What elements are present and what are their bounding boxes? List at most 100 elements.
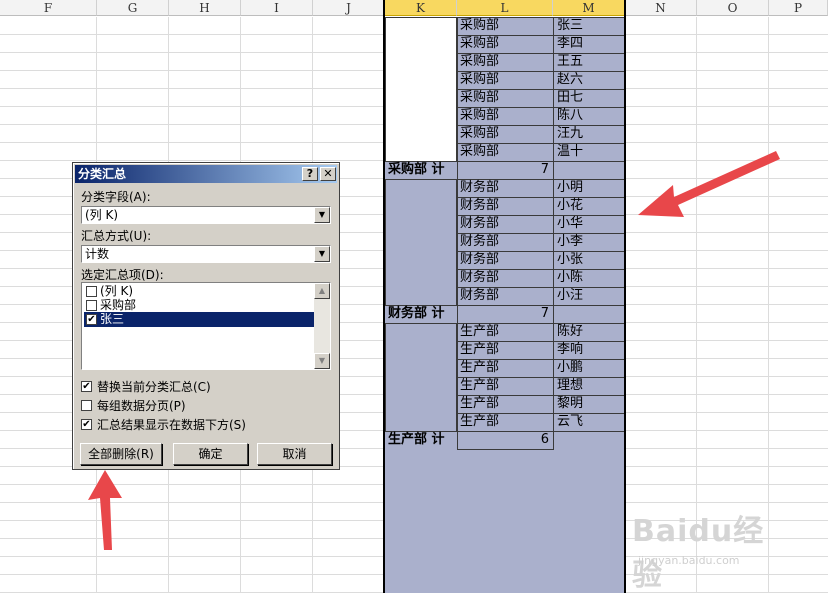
option-label: 汇总结果显示在数据下方(S) — [97, 418, 246, 432]
chevron-down-icon[interactable]: ▼ — [314, 207, 330, 223]
dept-cell: 财务部 — [460, 288, 500, 303]
name-cell: 云飞 — [557, 414, 584, 429]
cell-border — [457, 161, 554, 180]
group-field-label: 分类字段(A): — [81, 190, 151, 204]
column-header-j[interactable]: J — [313, 0, 385, 16]
cell-border — [457, 305, 554, 324]
checkbox[interactable] — [81, 400, 92, 411]
cell-border — [385, 17, 457, 162]
name-cell: 小张 — [557, 252, 584, 267]
dept-cell: 采购部 — [460, 90, 500, 105]
name-cell: 小汪 — [557, 288, 584, 303]
cell-border — [457, 431, 554, 450]
subtotal-label: 生产部 计 — [388, 432, 445, 447]
function-label: 汇总方式(U): — [81, 229, 152, 243]
chevron-down-icon[interactable]: ▼ — [314, 246, 330, 262]
name-cell: 陈八 — [557, 108, 584, 123]
name-cell: 张三 — [557, 18, 584, 33]
name-cell: 温十 — [557, 144, 584, 159]
name-cell: 小陈 — [557, 270, 584, 285]
column-header-g[interactable]: G — [97, 0, 169, 16]
name-cell: 汪九 — [557, 126, 584, 141]
items-label: 选定汇总项(D): — [81, 268, 164, 282]
dept-cell: 生产部 — [460, 378, 500, 393]
list-item[interactable]: (列 K) — [84, 284, 315, 299]
list-item-label: 张三 — [100, 312, 125, 326]
dept-cell: 采购部 — [460, 54, 500, 69]
list-item-label: (列 K) — [100, 284, 134, 298]
function-value: 计数 — [85, 247, 110, 261]
dept-cell: 财务部 — [460, 198, 500, 213]
function-select[interactable]: 计数 ▼ — [81, 245, 331, 263]
option-label: 替换当前分类汇总(C) — [97, 380, 211, 394]
dept-cell: 采购部 — [460, 72, 500, 87]
list-item[interactable]: 采购部 — [84, 298, 315, 313]
close-button[interactable]: ✕ — [320, 167, 336, 181]
baidu-watermark: Baidu经验 jingyan.baidu.com — [632, 506, 792, 593]
column-header-f[interactable]: F — [0, 0, 97, 16]
dept-cell: 财务部 — [460, 270, 500, 285]
dept-cell: 财务部 — [460, 180, 500, 195]
cancel-button[interactable]: 取消 — [257, 443, 332, 465]
checkbox-checked[interactable]: ✔ — [86, 314, 97, 325]
dept-cell: 生产部 — [460, 360, 500, 375]
list-item[interactable]: ✔ 张三 — [84, 312, 315, 327]
subtotal-label: 采购部 计 — [388, 162, 445, 177]
dept-cell: 财务部 — [460, 216, 500, 231]
red-arrow-icon — [638, 151, 780, 217]
column-header-p[interactable]: P — [769, 0, 828, 16]
dept-cell: 财务部 — [460, 252, 500, 267]
column-header-n[interactable]: N — [625, 0, 697, 16]
ok-button[interactable]: 确定 — [173, 443, 248, 465]
list-scrollbar[interactable]: ▲ ▼ — [314, 283, 330, 369]
scroll-down-icon[interactable]: ▼ — [314, 353, 330, 369]
selection-border-right — [624, 0, 626, 593]
list-item-label: 采购部 — [100, 298, 137, 312]
dept-cell: 生产部 — [460, 414, 500, 429]
checkbox-checked[interactable]: ✔ — [81, 381, 92, 392]
scroll-up-icon[interactable]: ▲ — [314, 283, 330, 299]
name-cell: 赵六 — [557, 72, 584, 87]
checkbox[interactable] — [86, 286, 97, 297]
column-header-k[interactable]: K — [385, 0, 457, 16]
column-header-m[interactable]: M — [553, 0, 625, 16]
name-cell: 田七 — [557, 90, 584, 105]
name-cell: 小李 — [557, 234, 584, 249]
group-field-select[interactable]: (列 K) ▼ — [81, 206, 331, 224]
group-field-value: (列 K) — [85, 208, 119, 222]
name-cell: 李四 — [557, 36, 584, 51]
checkbox-checked[interactable]: ✔ — [81, 419, 92, 430]
name-cell: 理想 — [557, 378, 584, 393]
help-button[interactable]: ? — [302, 167, 318, 181]
dept-cell: 财务部 — [460, 234, 500, 249]
column-header-o[interactable]: O — [697, 0, 769, 16]
subtotal-items-list[interactable]: (列 K) 采购部 ✔ 张三 ▲ ▼ — [81, 282, 331, 370]
red-arrow-icon — [88, 470, 122, 550]
name-cell: 陈好 — [557, 324, 584, 339]
name-cell: 小鹏 — [557, 360, 584, 375]
subtotal-label: 财务部 计 — [388, 306, 445, 321]
name-cell: 王五 — [557, 54, 584, 69]
dept-cell: 生产部 — [460, 324, 500, 339]
column-header-l[interactable]: L — [457, 0, 553, 16]
checkbox[interactable] — [86, 300, 97, 311]
column-header-i[interactable]: I — [241, 0, 313, 16]
watermark-logo: Baidu经验 — [632, 514, 765, 593]
watermark-url: jingyan.baidu.com — [638, 554, 740, 567]
selection-border-left — [383, 0, 385, 593]
name-cell: 李响 — [557, 342, 584, 357]
subtotal-dialog: 分类汇总 ? ✕ 分类字段(A): (列 K) ▼ 汇总方式(U): 计数 ▼ … — [72, 162, 340, 470]
column-header-h[interactable]: H — [169, 0, 241, 16]
dept-cell: 采购部 — [460, 108, 500, 123]
dept-cell: 采购部 — [460, 18, 500, 33]
dept-cell: 采购部 — [460, 36, 500, 51]
name-cell: 小花 — [557, 198, 584, 213]
dialog-title: 分类汇总 — [75, 165, 337, 183]
name-cell: 黎明 — [557, 396, 584, 411]
dept-cell: 采购部 — [460, 144, 500, 159]
name-cell: 小明 — [557, 180, 584, 195]
cell-border — [385, 323, 457, 432]
dept-cell: 采购部 — [460, 126, 500, 141]
dept-cell: 生产部 — [460, 396, 500, 411]
dept-cell: 生产部 — [460, 342, 500, 357]
